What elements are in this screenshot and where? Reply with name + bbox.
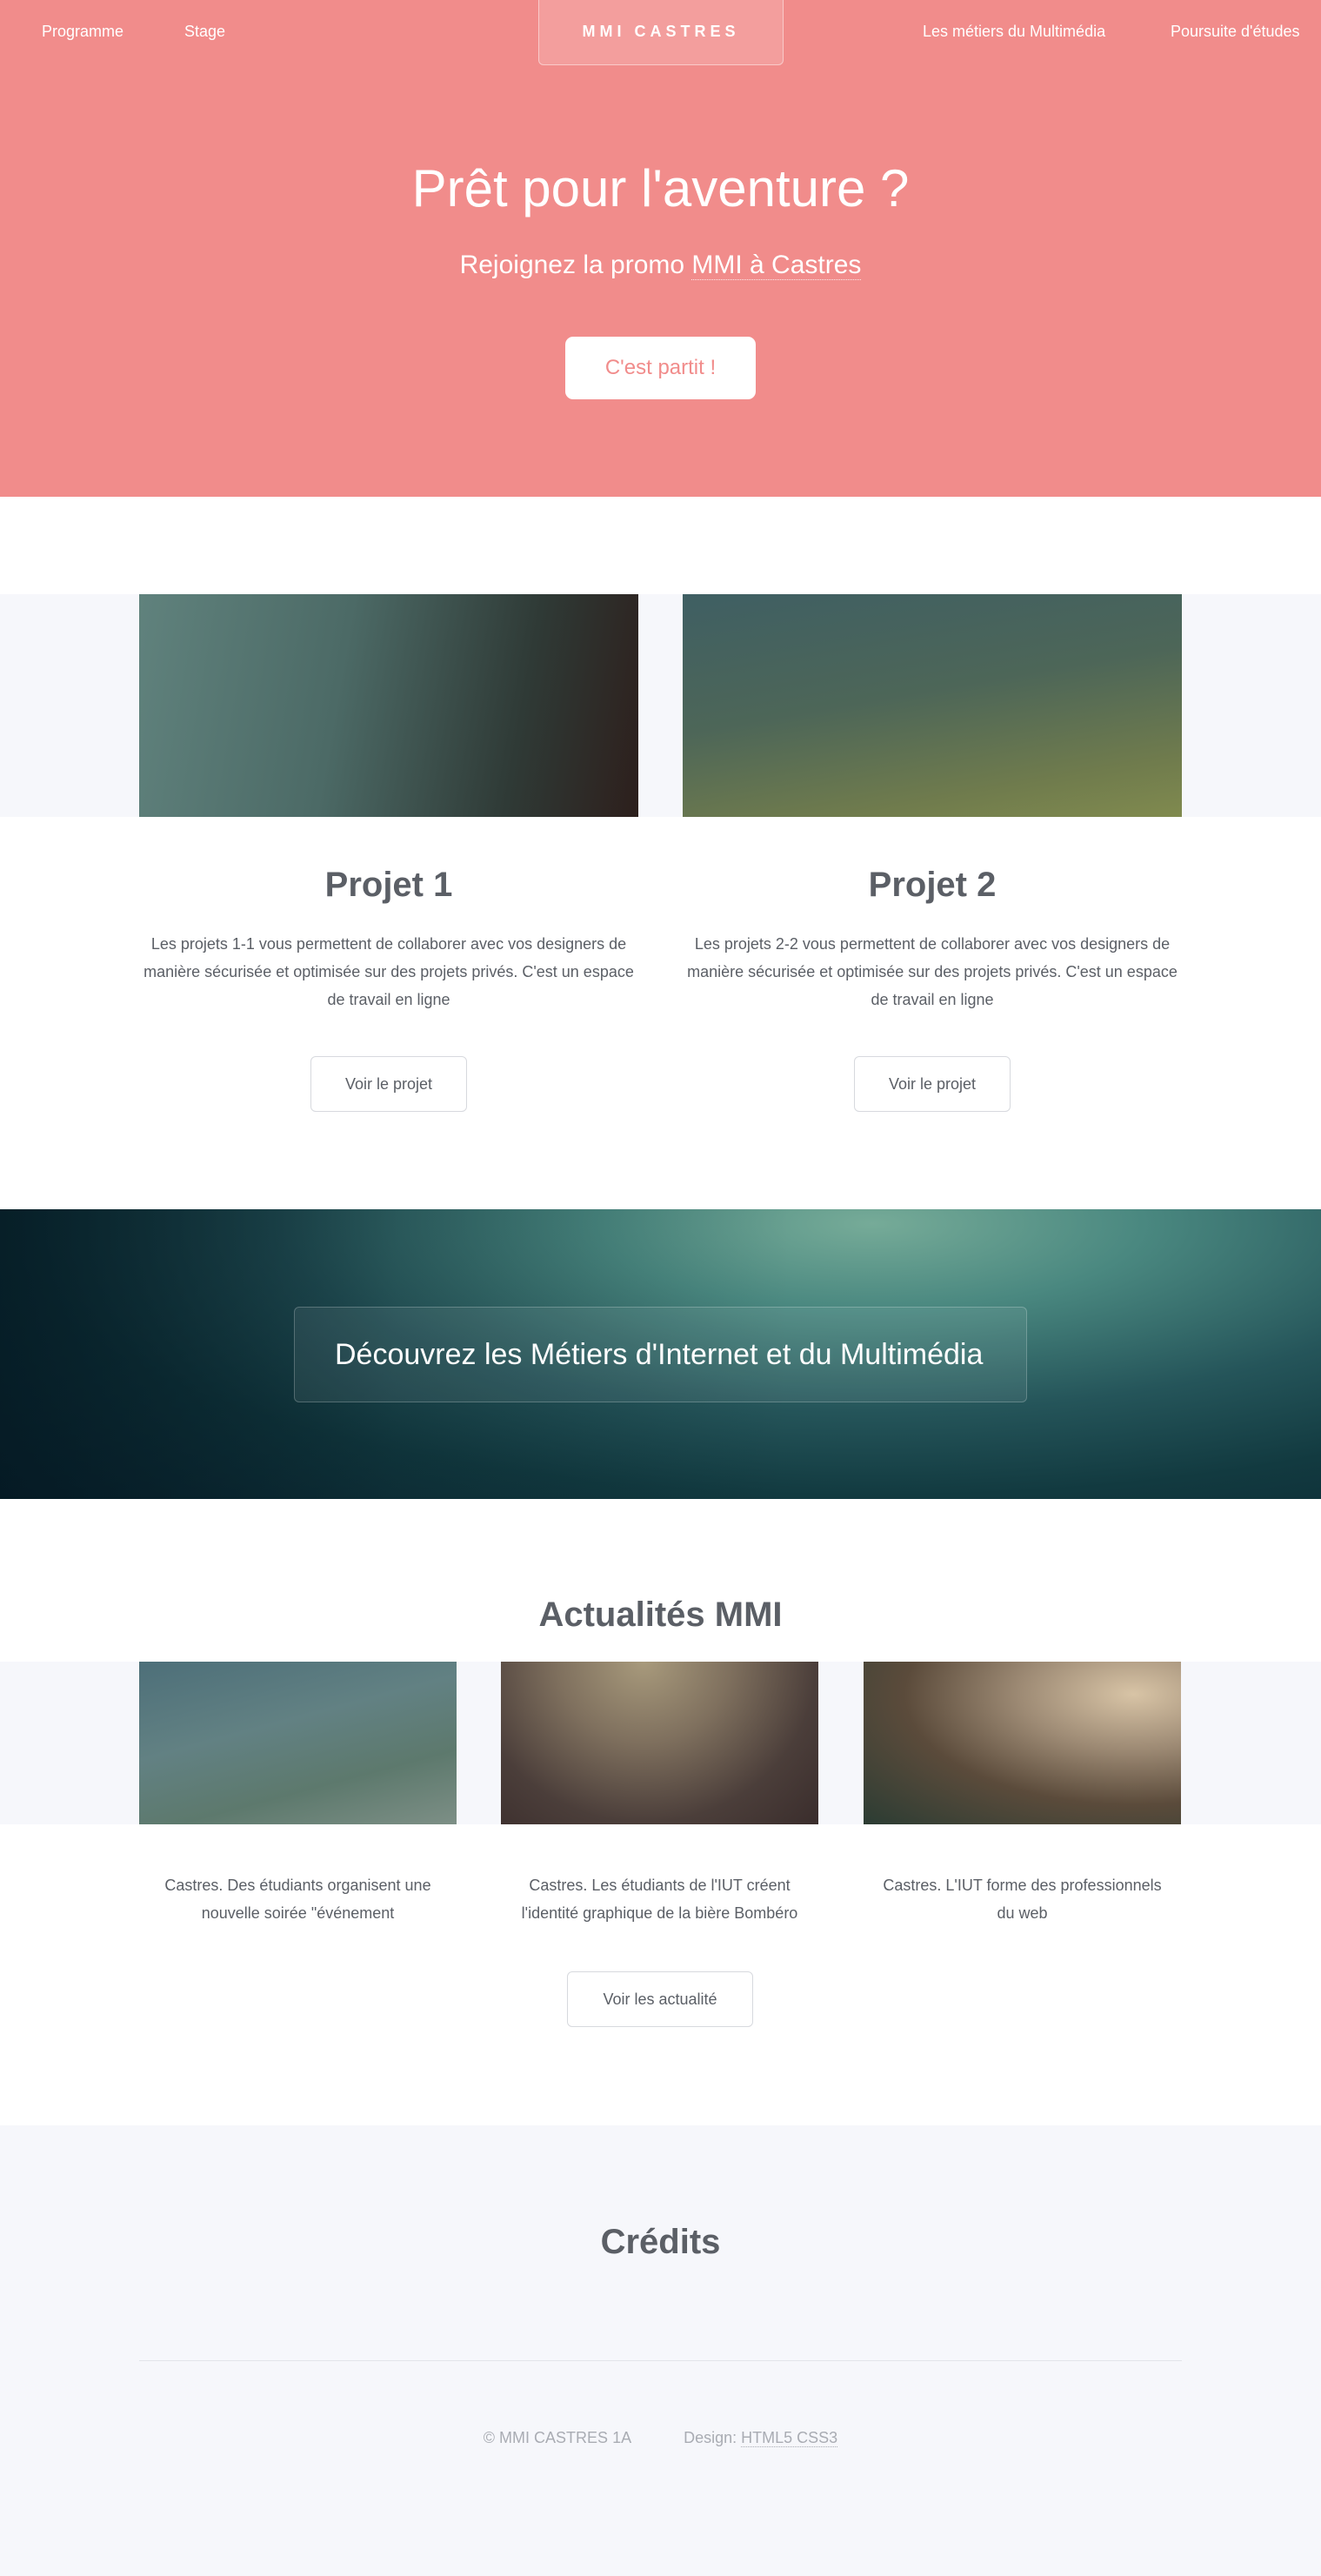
- project-2-title: Projet 2: [868, 866, 997, 904]
- news-2-image: [501, 1662, 818, 1824]
- hero-section: Programme Stage MMI CASTRES Les métiers …: [0, 0, 1321, 497]
- footer-design-link[interactable]: HTML5 CSS3: [741, 2429, 838, 2447]
- hero-cta-button[interactable]: C'est partit !: [565, 337, 756, 399]
- nav-link-metiers[interactable]: Les métiers du Multimédia: [923, 23, 1105, 41]
- news-all-button[interactable]: Voir les actualité: [567, 1971, 753, 2027]
- news-2-text: Castres. Les étudiants de l'IUT créent l…: [521, 1877, 798, 1922]
- footer-copyright: © MMI CASTRES 1A: [483, 2429, 632, 2446]
- footer-divider: [139, 2360, 1182, 2361]
- metiers-banner: Découvrez les Métiers d'Internet et du M…: [0, 1209, 1321, 1499]
- footer-design-label: Design:: [684, 2429, 742, 2446]
- project-1-image: [139, 594, 638, 817]
- nav-link-poursuite[interactable]: Poursuite d'études: [1171, 23, 1300, 41]
- credits-section: Crédits: [0, 2125, 1321, 2576]
- news-section-title: Actualités MMI: [538, 1596, 783, 1634]
- site-logo[interactable]: MMI CASTRES: [538, 0, 784, 65]
- hero-subtitle-link[interactable]: MMI à Castres: [691, 251, 862, 280]
- credits-title: Crédits: [600, 2223, 721, 2261]
- project-1-description: Les projets 1-1 vous permettent de colla…: [143, 935, 634, 1008]
- news-1-text: Castres. Des étudiants organisent une no…: [164, 1877, 431, 1922]
- project-1-title: Projet 1: [324, 866, 453, 904]
- project-2-description: Les projets 2-2 vous permettent de colla…: [687, 935, 1178, 1008]
- project-2-image: [683, 594, 1182, 817]
- project-2-button[interactable]: Voir le projet: [854, 1056, 1011, 1112]
- project-1-button[interactable]: Voir le projet: [310, 1056, 467, 1112]
- nav-link-stage[interactable]: Stage: [184, 23, 225, 41]
- news-1-image: [139, 1662, 457, 1824]
- footer-line: © MMI CASTRES 1A Design: HTML5 CSS3: [0, 2429, 1321, 2447]
- hero-title: Prêt pour l'aventure ?: [411, 159, 910, 217]
- metiers-banner-link[interactable]: Découvrez les Métiers d'Internet et du M…: [294, 1307, 1027, 1402]
- news-3-image: [864, 1662, 1181, 1824]
- nav-link-programme[interactable]: Programme: [42, 23, 123, 41]
- news-3-text: Castres. L'IUT forme des professionnels …: [883, 1877, 1162, 1922]
- hero-subtitle-text: Rejoignez la promo: [459, 251, 692, 279]
- hero-subtitle: Rejoignez la promo MMI à Castres: [0, 251, 1321, 280]
